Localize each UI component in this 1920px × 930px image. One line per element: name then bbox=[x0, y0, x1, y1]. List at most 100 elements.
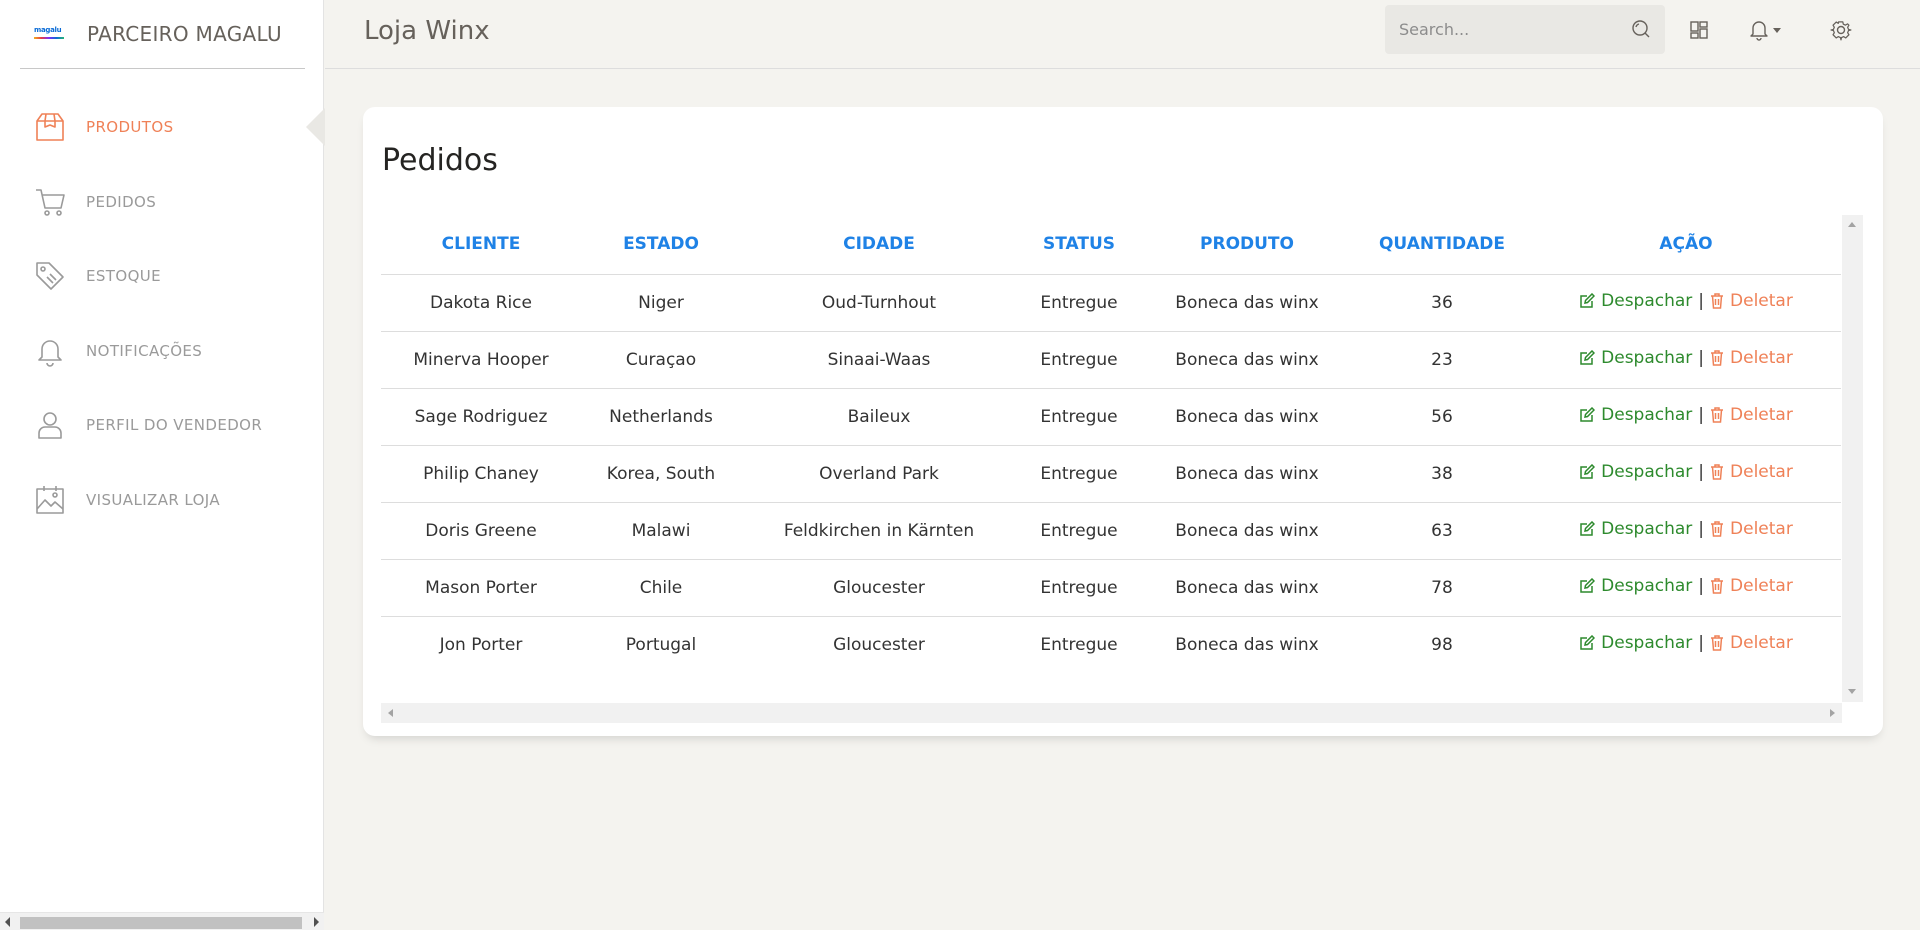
deletar-label: Deletar bbox=[1730, 462, 1793, 482]
deletar-label: Deletar bbox=[1730, 519, 1793, 539]
sidebar-item-produtos[interactable]: PRODUTOS bbox=[0, 90, 325, 165]
table-row: Philip Chaney Korea, South Overland Park En… bbox=[381, 445, 1841, 503]
sidebar-item-notificacoes[interactable]: NOTIFICAÇÕES bbox=[0, 314, 324, 389]
despachar-button[interactable]: Despachar bbox=[1579, 519, 1692, 539]
orders-card: Pedidos CLIENTE ESTADO CIDADE STATUS PRO… bbox=[363, 107, 1883, 736]
scroll-up-arrow-icon[interactable] bbox=[1848, 222, 1856, 227]
sidebar-item-label: PERFIL DO VENDEDOR bbox=[86, 416, 263, 435]
search-input[interactable] bbox=[1385, 5, 1625, 54]
search-icon[interactable] bbox=[1631, 19, 1651, 43]
deletar-button[interactable]: Deletar bbox=[1710, 633, 1793, 653]
caret-down-icon[interactable] bbox=[1771, 18, 1783, 42]
col-header-cliente[interactable]: CLIENTE bbox=[381, 215, 581, 275]
scroll-right-arrow-icon[interactable] bbox=[314, 917, 319, 927]
logo-text: magalu bbox=[34, 26, 62, 34]
sidebar: magalu PARCEIRO MAGALU PRODUTOS PEDIDOS bbox=[0, 0, 325, 930]
despachar-button[interactable]: Despachar bbox=[1579, 405, 1692, 425]
edit-icon bbox=[1579, 464, 1596, 480]
cell-cliente: Dakota Rice bbox=[381, 274, 581, 332]
dashboard-icon[interactable] bbox=[1687, 18, 1711, 42]
deletar-button[interactable]: Deletar bbox=[1710, 576, 1793, 596]
edit-icon bbox=[1579, 635, 1596, 651]
trash-icon bbox=[1710, 350, 1724, 366]
table-row: Doris Greene Malawi Feldkirchen in Kärnten… bbox=[381, 502, 1841, 560]
deletar-label: Deletar bbox=[1730, 405, 1793, 425]
cell-estado: Niger bbox=[581, 274, 741, 332]
sidebar-item-visualizar-loja[interactable]: VISUALIZAR LOJA bbox=[0, 463, 324, 538]
despachar-button[interactable]: Despachar bbox=[1579, 576, 1692, 596]
scrollbar-thumb[interactable] bbox=[20, 917, 302, 929]
orders-table: CLIENTE ESTADO CIDADE STATUS PRODUTO QUA… bbox=[381, 215, 1841, 673]
cell-cliente: Doris Greene bbox=[381, 502, 581, 560]
col-header-produto[interactable]: PRODUTO bbox=[1141, 215, 1353, 275]
despachar-button[interactable]: Despachar bbox=[1579, 348, 1692, 368]
col-header-status[interactable]: STATUS bbox=[1017, 215, 1141, 275]
cell-cliente: Mason Porter bbox=[381, 559, 581, 617]
col-header-cidade[interactable]: CIDADE bbox=[741, 215, 1017, 275]
edit-icon bbox=[1579, 293, 1596, 309]
edit-icon bbox=[1579, 350, 1596, 366]
table-row: Sage Rodriguez Netherlands Baileux Entregue… bbox=[381, 388, 1841, 446]
user-icon bbox=[34, 409, 66, 441]
table-vertical-scrollbar[interactable] bbox=[1842, 215, 1863, 702]
cell-estado: Chile bbox=[581, 559, 741, 617]
sidebar-item-perfil[interactable]: PERFIL DO VENDEDOR bbox=[0, 388, 324, 463]
edit-icon bbox=[1579, 407, 1596, 423]
sidebar-item-estoque[interactable]: ESTOQUE bbox=[0, 239, 324, 314]
deletar-button[interactable]: Deletar bbox=[1710, 348, 1793, 368]
cell-cliente: Jon Porter bbox=[439, 634, 523, 655]
despachar-label: Despachar bbox=[1601, 576, 1693, 596]
despachar-label: Despachar bbox=[1601, 348, 1693, 368]
cell-estado: Malawi bbox=[581, 502, 741, 560]
despachar-button[interactable]: Despachar bbox=[1579, 633, 1692, 653]
scroll-left-arrow-icon[interactable] bbox=[388, 709, 393, 717]
deletar-button[interactable]: Deletar bbox=[1710, 519, 1793, 539]
cell-acao: Despachar | Deletar bbox=[1531, 445, 1841, 503]
deletar-button[interactable]: Deletar bbox=[1710, 405, 1793, 425]
cell-acao: Despachar | Deletar bbox=[1531, 616, 1841, 673]
edit-icon bbox=[1579, 521, 1596, 537]
despachar-button[interactable]: Despachar bbox=[1579, 462, 1692, 482]
sidebar-horizontal-scrollbar[interactable] bbox=[0, 912, 324, 930]
deletar-button[interactable]: Deletar bbox=[1710, 462, 1793, 482]
cell-produto: Boneca das winx bbox=[1141, 388, 1353, 446]
scroll-down-arrow-icon[interactable] bbox=[1848, 689, 1856, 694]
table-row: Dakota Rice Niger Oud-Turnhout Entregue Bone… bbox=[381, 274, 1841, 332]
sidebar-item-pedidos[interactable]: PEDIDOS bbox=[0, 165, 324, 240]
tags-icon bbox=[34, 260, 66, 292]
trash-icon bbox=[1710, 578, 1724, 594]
scroll-right-arrow-icon[interactable] bbox=[1830, 709, 1835, 717]
deletar-label: Deletar bbox=[1730, 291, 1793, 311]
action-separator: | bbox=[1698, 633, 1705, 654]
cell-cidade: Oud-Turnhout bbox=[741, 274, 1017, 332]
cell-status: Entregue bbox=[1017, 388, 1141, 446]
col-header-acao: AÇÃO bbox=[1531, 215, 1841, 275]
table-row: Jon Porter Portugal Gloucester Entregue Bone… bbox=[381, 616, 1841, 673]
cell-estado: Netherlands bbox=[581, 388, 741, 446]
col-header-estado[interactable]: ESTADO bbox=[581, 215, 741, 275]
table-header-row: CLIENTE ESTADO CIDADE STATUS PRODUTO QUA… bbox=[381, 215, 1841, 275]
trash-icon bbox=[1710, 635, 1724, 651]
cell-estado: Portugal bbox=[625, 634, 697, 655]
orders-table-container[interactable]: CLIENTE ESTADO CIDADE STATUS PRODUTO QUA… bbox=[381, 215, 1841, 697]
despachar-button[interactable]: Despachar bbox=[1579, 291, 1692, 311]
bell-icon bbox=[34, 335, 66, 367]
gear-icon[interactable] bbox=[1829, 18, 1853, 42]
cell-produto: Boneca das winx bbox=[1175, 634, 1319, 655]
table-horizontal-scrollbar[interactable] bbox=[381, 703, 1842, 723]
col-header-quantidade[interactable]: QUANTIDADE bbox=[1353, 215, 1531, 275]
sidebar-nav: PRODUTOS PEDIDOS ESTOQUE NOTIFICAÇÕES PE… bbox=[0, 90, 325, 538]
cell-cidade: Gloucester bbox=[741, 559, 1017, 617]
bell-icon[interactable] bbox=[1747, 18, 1771, 42]
action-separator: | bbox=[1698, 405, 1705, 425]
despachar-label: Despachar bbox=[1601, 633, 1693, 654]
cell-cidade: Sinaai-Waas bbox=[741, 331, 1017, 389]
scroll-left-arrow-icon[interactable] bbox=[5, 917, 10, 927]
cell-quantidade: 63 bbox=[1353, 502, 1531, 560]
deletar-button[interactable]: Deletar bbox=[1710, 291, 1793, 311]
brand[interactable]: magalu PARCEIRO MAGALU bbox=[20, 0, 305, 69]
search-box[interactable] bbox=[1385, 5, 1665, 54]
cell-status: Entregue bbox=[1017, 274, 1141, 332]
box-icon bbox=[34, 111, 66, 143]
cell-quantidade: 36 bbox=[1353, 274, 1531, 332]
